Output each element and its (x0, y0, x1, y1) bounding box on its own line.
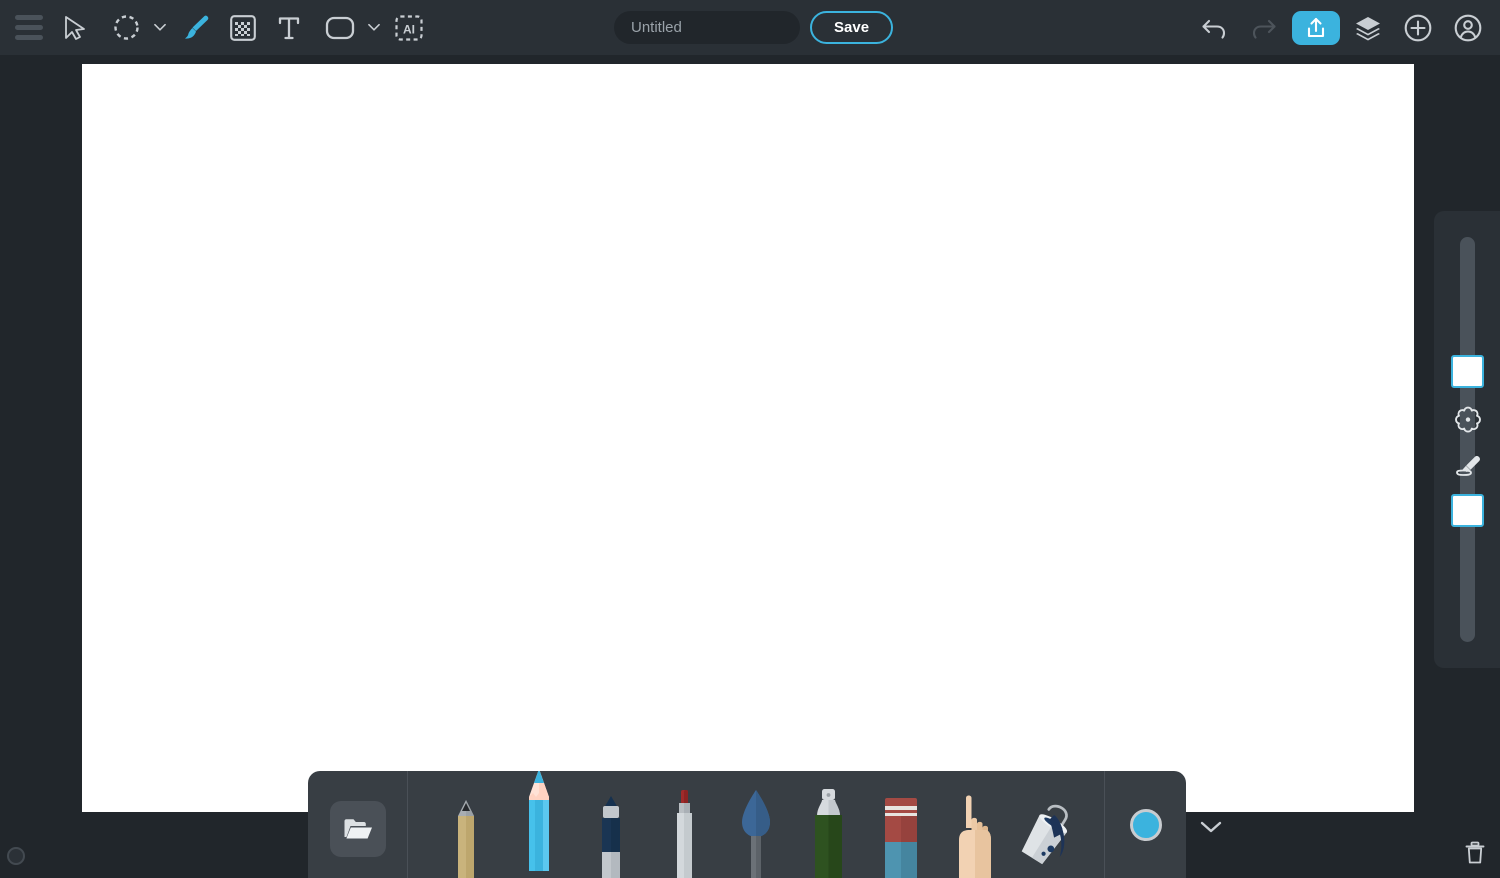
pencil-icon (458, 800, 475, 878)
trash-icon (1465, 841, 1485, 864)
ai-tool[interactable]: AI (386, 5, 432, 51)
open-file-button[interactable] (329, 801, 386, 857)
active-color-indicator[interactable] (1129, 809, 1162, 841)
redo-button[interactable] (1242, 8, 1286, 48)
shape-tool[interactable] (312, 5, 368, 51)
colored-pencil-tool[interactable] (510, 771, 568, 878)
top-toolbar: AI Save (0, 0, 1500, 55)
marker-icon (602, 796, 621, 878)
document-title-group: Save (614, 11, 894, 44)
eyedropper-button[interactable] (1452, 451, 1484, 483)
spray-can-icon (815, 789, 843, 878)
marquee-selection-dropdown[interactable] (154, 5, 166, 51)
paint-bucket-tool[interactable] (1017, 771, 1075, 878)
user-account-icon (1454, 14, 1482, 41)
top-toolbar-right-actions (1192, 0, 1490, 55)
dock-left-section (308, 771, 408, 878)
delete-button[interactable] (1460, 838, 1490, 868)
color-palette-icon (1455, 406, 1481, 433)
paintbrush-icon (185, 15, 209, 39)
secondary-color-swatch[interactable] (1451, 494, 1484, 527)
undo-button[interactable] (1192, 8, 1236, 48)
watercolor-brush-icon (741, 790, 770, 878)
plus-circle-icon (1404, 14, 1432, 41)
pen-icon (676, 790, 692, 878)
chevron-down-icon (368, 23, 380, 31)
share-button[interactable] (1292, 10, 1340, 45)
menu-button[interactable] (6, 5, 52, 51)
brush-size-indicator[interactable] (7, 847, 25, 865)
share-upload-icon (1307, 17, 1325, 37)
account-button[interactable] (1446, 8, 1490, 48)
ai-badge-icon: AI (395, 14, 423, 41)
watercolor-brush-tool[interactable] (727, 771, 785, 878)
rounded-rectangle-icon (325, 16, 355, 39)
drawing-canvas[interactable] (82, 64, 1414, 812)
eraser-icon (884, 798, 917, 878)
select-pointer-tool[interactable] (52, 5, 98, 51)
chevron-down-icon (1200, 821, 1222, 833)
paint-bucket-icon (1021, 804, 1068, 865)
pencil-tool[interactable] (437, 771, 495, 878)
pointing-finger-icon (959, 795, 992, 878)
save-button[interactable]: Save (810, 11, 894, 44)
undo-arrow-icon (1202, 19, 1226, 39)
text-tool[interactable] (266, 5, 312, 51)
smudge-tool[interactable] (944, 771, 1002, 878)
checkerboard-pattern-icon (230, 14, 256, 41)
dashed-circle-icon (113, 15, 139, 40)
open-folder-icon (344, 819, 372, 839)
eyedropper-pen-icon (1456, 456, 1480, 476)
marker-tool[interactable] (582, 771, 640, 878)
marquee-selection-tool[interactable] (98, 5, 154, 51)
pen-tool[interactable] (655, 771, 713, 878)
color-slider-track[interactable] (1460, 237, 1475, 642)
layers-button[interactable] (1346, 8, 1390, 48)
tool-dock (308, 771, 1186, 878)
shape-tool-dropdown[interactable] (368, 5, 380, 51)
redo-arrow-icon (1252, 19, 1276, 39)
top-toolbar-left-tools: AI (0, 5, 432, 51)
svg-text:AI: AI (403, 22, 415, 36)
dock-tools-list (408, 771, 1104, 878)
color-sidebar (1434, 211, 1500, 668)
pattern-tool[interactable] (220, 5, 266, 51)
hamburger-icon (15, 15, 43, 40)
document-title-input[interactable] (614, 11, 800, 44)
color-palette-button[interactable] (1452, 403, 1484, 435)
eraser-tool[interactable] (872, 771, 930, 878)
cursor-arrow-icon (65, 15, 85, 40)
collapse-dock-button[interactable] (1193, 812, 1229, 842)
drawing-app: AI Save (0, 0, 1500, 878)
chevron-down-icon (154, 23, 166, 31)
colored-pencil-icon (528, 771, 549, 871)
layers-stack-icon (1356, 16, 1380, 40)
spray-can-tool[interactable] (799, 771, 857, 878)
dock-right-section (1104, 771, 1186, 878)
primary-color-swatch[interactable] (1451, 355, 1484, 388)
text-t-icon (278, 16, 300, 39)
brush-tool[interactable] (174, 5, 220, 51)
add-button[interactable] (1396, 8, 1440, 48)
